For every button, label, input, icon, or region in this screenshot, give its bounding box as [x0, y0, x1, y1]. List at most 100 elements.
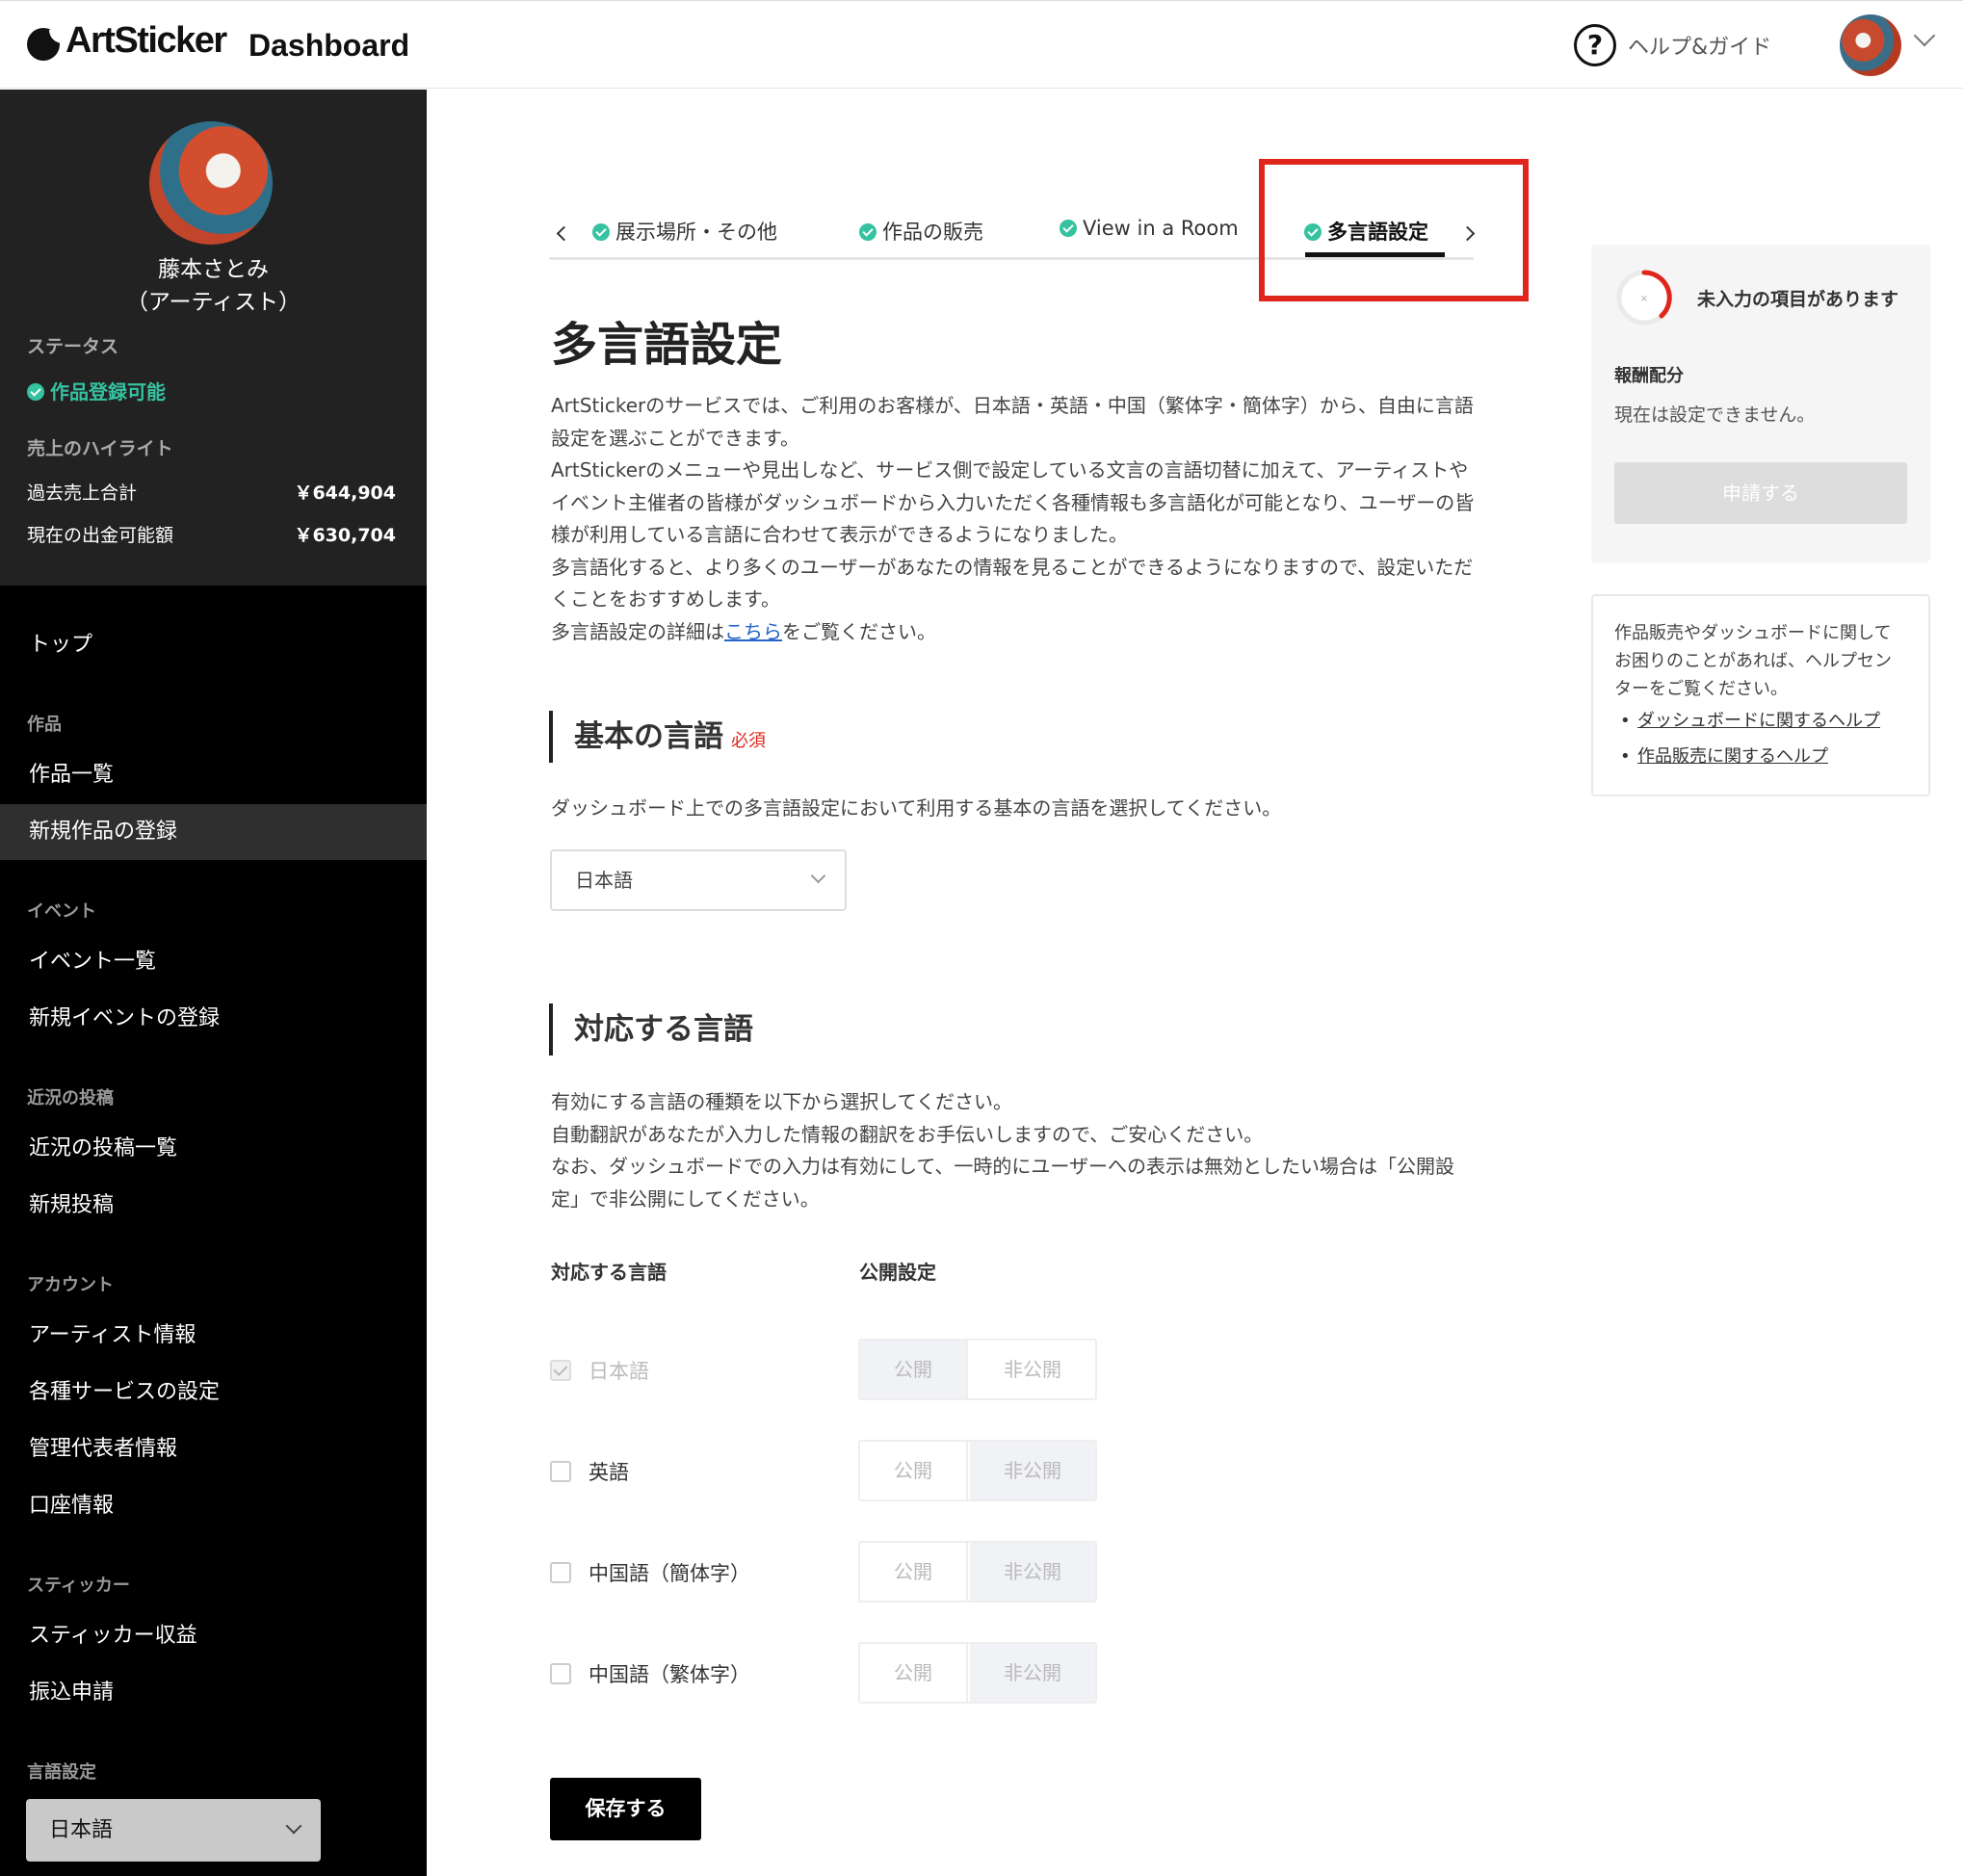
help-question-icon[interactable]: ? [1574, 24, 1616, 66]
artist-role-line: （アーティスト） [125, 290, 301, 315]
language-row-chinese-simplified: 中国語（簡体字） 公開 非公開 [550, 1541, 1128, 1602]
check-circle-icon [1060, 220, 1077, 237]
tab-label: View in a Room [1083, 217, 1239, 240]
status-label: ステータス [27, 336, 119, 357]
save-button[interactable]: 保存する [550, 1778, 701, 1840]
sales-help-link[interactable]: 作品販売に関するヘルプ [1614, 739, 1907, 774]
nav-events-list[interactable]: イベント一覧 [0, 934, 427, 990]
chevron-down-icon [285, 1817, 302, 1835]
check-circle-icon [27, 383, 44, 401]
missing-fields-text: 未入力の項目があります [1697, 289, 1899, 310]
reward-label: 報酬配分 [1614, 366, 1684, 386]
dashboard-title: Dashboard [249, 28, 410, 63]
artist-name-line: 藤本さとみ [158, 257, 269, 282]
public-option[interactable]: 公開 [860, 1644, 968, 1702]
nav-bank-info[interactable]: 口座情報 [0, 1478, 427, 1534]
language-checkbox[interactable] [550, 1562, 571, 1583]
column-header-language: 対応する言語 [551, 1261, 667, 1284]
language-row-japanese: 日本語 公開 非公開 [550, 1339, 1128, 1400]
language-checkbox[interactable] [550, 1360, 571, 1381]
sidebar: 藤本さとみ （アーティスト） ステータス 作品登録可能 売上のハイライト 過去売… [0, 90, 427, 1876]
public-option[interactable]: 公開 [860, 1543, 968, 1601]
private-option[interactable]: 非公開 [970, 1341, 1095, 1398]
nav-section-posts: 近況の投稿 [27, 1088, 114, 1108]
nav-section-sticker: スティッカー [27, 1576, 130, 1596]
heading-text: 基本の言語 [574, 719, 723, 754]
language-checkbox[interactable] [550, 1663, 571, 1684]
supported-languages-desc: 有効にする言語の種類を以下から選択してください。 自動翻訳があなたが入力した情報… [551, 1086, 1476, 1215]
logo-text[interactable]: ArtSticker [65, 20, 227, 62]
intro-paragraph: ArtStickerのサービスでは、ご利用のお客様が、日本語・英語・中国（繁体字… [551, 394, 1474, 450]
top-header: ArtSticker Dashboard ? ヘルプ&ガイド [0, 0, 1963, 89]
user-avatar[interactable] [1840, 14, 1901, 76]
intro-paragraph: 多言語設定の詳細はこちらをご覧ください。 [551, 616, 1476, 649]
intro-paragraph: ArtStickerのメニューや見出しなど、サービス側で設定している文言の言語切… [551, 458, 1475, 546]
artsticker-logo-icon[interactable] [27, 28, 63, 61]
apply-button[interactable]: 申請する [1614, 462, 1907, 524]
tab-sales[interactable]: 作品の販売 [859, 217, 983, 246]
public-option[interactable]: 公開 [860, 1442, 968, 1499]
private-option[interactable]: 非公開 [970, 1644, 1095, 1702]
required-badge: 必須 [731, 731, 766, 751]
language-checkbox[interactable] [550, 1461, 571, 1482]
total-sales-label: 過去売上合計 [27, 482, 138, 504]
nav-section-account: アカウント [27, 1275, 114, 1295]
nav-new-post[interactable]: 新規投稿 [0, 1178, 427, 1234]
artist-name: 藤本さとみ （アーティスト） [0, 253, 427, 319]
progress-mark: × [1640, 294, 1648, 304]
nav-new-work[interactable]: 新規作品の登録 [0, 804, 427, 860]
nav-works-list[interactable]: 作品一覧 [0, 747, 427, 803]
check-circle-icon [592, 223, 610, 241]
intro-text: ArtStickerのサービスでは、ご利用のお客様が、日本語・英語・中国（繁体字… [551, 390, 1476, 648]
highlight-annotation-box [1259, 159, 1529, 301]
public-option[interactable]: 公開 [860, 1341, 968, 1398]
withdrawable-label: 現在の出金可能額 [27, 525, 174, 546]
visibility-toggle: 公開 非公開 [858, 1440, 1097, 1501]
private-option[interactable]: 非公開 [970, 1442, 1095, 1499]
nav-services-settings[interactable]: 各種サービスの設定 [0, 1365, 427, 1420]
nav-manager-info[interactable]: 管理代表者情報 [0, 1421, 427, 1477]
nav-artist-info[interactable]: アーティスト情報 [0, 1308, 427, 1364]
sidebar-language-select[interactable]: 日本語 [26, 1799, 321, 1862]
status-value: 作品登録可能 [27, 377, 166, 404]
base-language-heading: 基本の言語 必須 [549, 711, 766, 763]
tab-view-in-room[interactable]: View in a Room [1060, 217, 1239, 240]
dashboard-help-link[interactable]: ダッシュボードに関するヘルプ [1614, 703, 1907, 739]
desc-line: なお、ダッシュボードでの入力は有効にして、一時的にユーザーへの表示は無効としたい… [551, 1155, 1454, 1211]
nav-transfer-request[interactable]: 振込申請 [0, 1665, 427, 1721]
nav-section-language: 言語設定 [27, 1762, 96, 1783]
nav-posts-list[interactable]: 近況の投稿一覧 [0, 1121, 427, 1177]
heading-text: 対応する言語 [574, 1012, 753, 1047]
total-sales-value: ￥644,904 [294, 482, 396, 504]
intro-text-post: をご覧ください。 [782, 619, 936, 643]
visibility-toggle: 公開 非公開 [858, 1339, 1097, 1400]
help-description: 作品販売やダッシュボードに関してお困りのことがあれば、ヘルプセンターをご覧くださ… [1614, 623, 1892, 699]
status-text: 作品登録可能 [50, 380, 166, 404]
supported-languages-heading: 対応する言語 [549, 1003, 753, 1055]
language-label: 中国語（簡体字） [589, 1562, 750, 1585]
reward-desc: 現在は設定できません。 [1614, 404, 1816, 426]
language-row-chinese-traditional: 中国語（繁体字） 公開 非公開 [550, 1642, 1128, 1704]
withdrawable-value: ￥630,704 [294, 525, 396, 546]
intro-text-pre: 多言語設定の詳細は [551, 619, 724, 643]
chevron-left-icon[interactable] [556, 225, 572, 242]
base-language-value: 日本語 [575, 869, 633, 892]
chevron-down-icon[interactable] [1913, 24, 1936, 47]
column-header-visibility: 公開設定 [859, 1261, 936, 1284]
nav-new-event[interactable]: 新規イベントの登録 [0, 991, 427, 1047]
base-language-select[interactable]: 日本語 [550, 849, 847, 911]
nav-sticker-income[interactable]: スティッカー収益 [0, 1608, 427, 1664]
language-label: 日本語 [589, 1360, 649, 1383]
base-language-desc: ダッシュボード上での多言語設定において利用する基本の言語を選択してください。 [551, 796, 1282, 820]
language-row-english: 英語 公開 非公開 [550, 1440, 1128, 1501]
nav-section-works: 作品 [27, 715, 62, 735]
details-link[interactable]: こちら [724, 620, 782, 643]
sales-highlight-label: 売上のハイライト [27, 438, 173, 459]
chevron-down-icon [810, 868, 826, 884]
nav-top[interactable]: トップ [0, 617, 427, 673]
tab-exhibition[interactable]: 展示場所・その他 [592, 217, 777, 246]
private-option[interactable]: 非公開 [970, 1543, 1095, 1601]
help-guide-link[interactable]: ヘルプ&ガイド [1628, 30, 1771, 61]
nav-section-events: イベント [27, 901, 96, 922]
desc-line: 自動翻訳があなたが入力した情報の翻訳をお手伝いしますので、ご安心ください。 [551, 1122, 1264, 1146]
